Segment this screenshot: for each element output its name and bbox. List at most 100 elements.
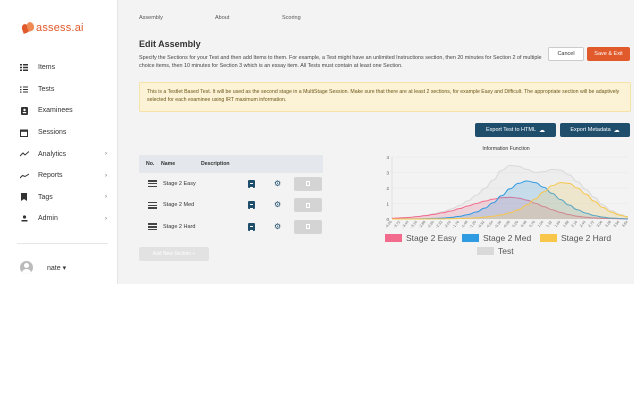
delete-button[interactable]	[294, 219, 322, 234]
file-icon[interactable]	[248, 201, 255, 210]
tab-about[interactable]: About	[215, 15, 229, 21]
legend-label: Stage 2 Med	[483, 233, 531, 243]
x-tick-label: -1.48	[460, 220, 468, 229]
legend-swatch	[385, 234, 402, 242]
testlet-alert: This is a Testlet Based Test. It will be…	[139, 82, 631, 112]
cloud-upload-icon: ☁	[539, 127, 546, 134]
x-tick-label: -3.16	[410, 220, 418, 229]
sidebar-item-label: Tests	[38, 85, 55, 93]
sidebar-item-label: Sessions	[38, 129, 67, 137]
gear-icon[interactable]: ⚙	[274, 201, 281, 209]
calendar-icon	[19, 128, 29, 138]
x-tick-label: -1.20	[469, 220, 477, 229]
chart-svg: 01234-4.00 -3.72 -3.44 -3.16 -2.88 -2.60 -2.32…	[384, 155, 629, 256]
legend-swatch	[540, 234, 557, 242]
sidebar-nav: Items Tests Examinees Sessions Analytics	[0, 57, 118, 230]
main-content: Assembly About Scoring Edit Assembly Spe…	[118, 0, 634, 284]
x-tick-label: 2.16	[571, 220, 579, 228]
x-tick-label: -0.92	[477, 220, 485, 229]
y-tick-label: 4	[386, 155, 389, 160]
id-card-icon	[19, 106, 29, 116]
list-icon	[19, 63, 29, 73]
gear-icon[interactable]: ⚙	[274, 179, 281, 188]
x-tick-label: 1.04	[537, 220, 545, 228]
x-tick-label: 2.72	[587, 220, 595, 228]
x-tick-label: -2.32	[435, 220, 443, 229]
x-tick-label: -2.60	[427, 220, 435, 229]
sections-table: No. Name Description Stage 2 Easy ⚙ Stag…	[139, 155, 323, 238]
sidebar-item-label: Items	[38, 64, 56, 72]
sidebar: assess.ai Items Tests Examinees Sessions	[0, 0, 118, 284]
export-html-button[interactable]: Export Test to HTML ☁	[475, 123, 556, 137]
delete-button[interactable]	[294, 176, 322, 191]
x-tick-label: 0.20	[512, 220, 520, 228]
column-header-description: Description	[201, 161, 230, 167]
x-tick-label: 3.00	[596, 220, 604, 228]
x-tick-label: -2.04	[443, 220, 451, 229]
x-tick-label: -1.76	[452, 220, 460, 229]
logo-icon	[20, 21, 36, 34]
sidebar-item-reports[interactable]: Reports ›	[0, 165, 118, 187]
sidebar-item-admin[interactable]: Admin ›	[0, 208, 118, 230]
column-header-name: Name	[161, 161, 176, 167]
sidebar-item-examinees[interactable]: Examinees	[0, 100, 118, 122]
table-header: No. Name Description	[139, 155, 323, 173]
drag-handle-icon[interactable]	[148, 223, 157, 231]
gear-icon[interactable]: ⚙	[274, 222, 281, 231]
file-icon[interactable]	[248, 222, 255, 231]
sidebar-item-label: Tags	[38, 193, 53, 201]
chevron-right-icon[interactable]: ›	[105, 151, 107, 157]
export-metadata-button[interactable]: Export Metadata ☁	[560, 123, 630, 137]
x-tick-label: 0.76	[528, 220, 536, 228]
x-tick-label: 1.32	[545, 220, 553, 228]
x-tick-label: 1.88	[562, 220, 570, 228]
sidebar-item-analytics[interactable]: Analytics ›	[0, 143, 118, 165]
section-name: Stage 2 Hard	[163, 223, 196, 230]
avatar	[20, 261, 33, 274]
add-section-button[interactable]: Add New Section +	[139, 247, 209, 261]
legend-label: Stage 2 Hard	[561, 233, 611, 243]
x-tick-label: 0.48	[520, 220, 528, 228]
brand-name: assess.ai	[36, 22, 84, 34]
user-admin-icon	[19, 214, 29, 224]
x-tick-label: 3.84	[621, 220, 629, 228]
drag-handle-icon[interactable]	[148, 201, 157, 209]
sidebar-item-label: Analytics	[38, 150, 67, 158]
trash-icon	[306, 181, 310, 187]
sidebar-item-sessions[interactable]: Sessions	[0, 122, 118, 144]
sidebar-item-tests[interactable]: Tests	[0, 79, 118, 101]
chart-line-icon	[19, 171, 29, 181]
tab-scoring[interactable]: Scoring	[282, 15, 301, 21]
legend-label: Stage 2 Easy	[406, 233, 457, 243]
cancel-button[interactable]: Cancel	[548, 47, 584, 61]
trash-icon	[306, 224, 310, 230]
y-tick-label: 3	[386, 170, 389, 175]
delete-button[interactable]	[294, 198, 322, 213]
sidebar-item-items[interactable]: Items	[0, 57, 118, 79]
information-function-chart: 0 1 2 3 4 -4.00 -3.72 -3.44 -3.16 -2.88 -2.60 -2.32…	[380, 143, 632, 265]
brand-logo[interactable]: assess.ai	[20, 20, 84, 36]
x-tick-label: 2.44	[579, 220, 587, 228]
export-metadata-label: Export Metadata	[570, 127, 611, 133]
chevron-right-icon[interactable]: ›	[105, 173, 107, 179]
x-tick-label: 3.56	[613, 220, 621, 228]
drag-handle-icon[interactable]	[148, 180, 157, 188]
checklist-icon	[19, 84, 29, 94]
file-icon[interactable]	[248, 179, 255, 188]
user-menu[interactable]: nate ▾	[20, 261, 66, 274]
table-row: Stage 2 Easy ⚙	[139, 173, 323, 195]
sidebar-item-tags[interactable]: Tags ›	[0, 187, 118, 209]
chevron-right-icon[interactable]: ›	[105, 216, 107, 222]
trash-icon	[306, 202, 310, 208]
chevron-right-icon[interactable]: ›	[105, 194, 107, 200]
user-name: nate ▾	[47, 264, 67, 272]
save-exit-button[interactable]: Save & Exit	[587, 47, 630, 61]
export-html-label: Export Test to HTML	[485, 127, 537, 133]
table-row: Stage 2 Med ⚙	[139, 195, 323, 217]
x-tick-label: -0.36	[494, 220, 502, 229]
y-tick-label: 2	[386, 186, 389, 191]
legend-swatch	[477, 247, 494, 255]
legend-label: Test	[498, 246, 514, 256]
tab-assembly[interactable]: Assembly	[139, 15, 163, 21]
y-tick-label: 1	[386, 201, 389, 206]
